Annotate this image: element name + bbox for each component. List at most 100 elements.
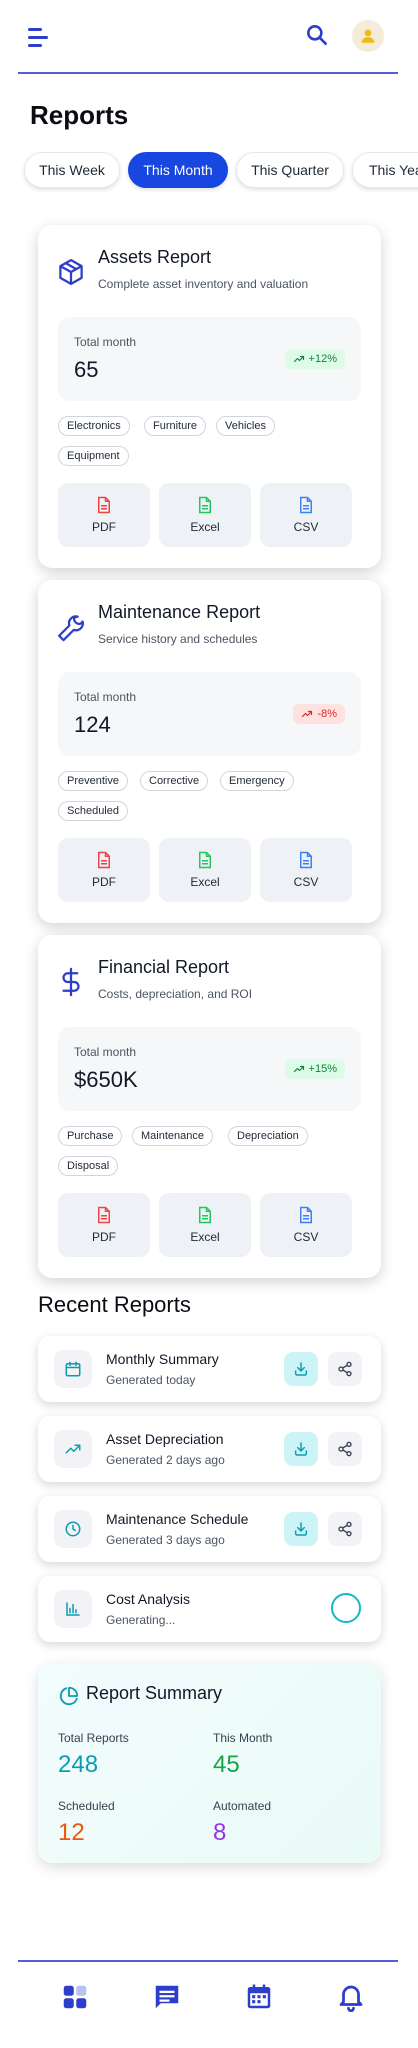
- nav-notifications-icon[interactable]: [336, 1982, 366, 2013]
- export-excel-button[interactable]: Excel: [159, 838, 251, 902]
- metric-label: Total month: [74, 690, 137, 704]
- tag: Electronics: [58, 416, 130, 436]
- card-subtitle: Complete asset inventory and valuation: [98, 277, 309, 291]
- card-subtitle: Costs, depreciation, and ROI: [98, 987, 253, 1001]
- recent-report-status: Generated today: [106, 1373, 196, 1387]
- tag: Vehicles: [216, 416, 275, 436]
- download-button[interactable]: [284, 1432, 318, 1466]
- report-card-financial: Financial Report Costs, depreciation, an…: [38, 935, 381, 1278]
- wrench-icon: [56, 612, 86, 642]
- csv-file-icon: [300, 851, 312, 869]
- bar-chart-icon: [54, 1590, 92, 1628]
- stat-label: This Month: [213, 1731, 273, 1745]
- download-icon: [294, 1362, 308, 1376]
- nav-dashboard-icon[interactable]: [60, 1982, 90, 2012]
- search-icon[interactable]: [304, 22, 330, 48]
- export-csv-button[interactable]: CSV: [260, 838, 352, 902]
- dollar-icon: [56, 967, 86, 997]
- export-label: CSV: [293, 520, 319, 534]
- stat-value: 248: [58, 1751, 99, 1778]
- share-icon: [338, 1521, 352, 1537]
- tag: Corrective: [140, 771, 209, 791]
- section-title-recent-reports: Recent Reports: [38, 1292, 191, 1317]
- card-title: Assets Report: [98, 247, 212, 267]
- metric-label: Total month: [74, 335, 137, 349]
- bottom-navigation: [18, 1960, 398, 2048]
- tag: Preventive: [58, 771, 128, 791]
- share-button[interactable]: [328, 1432, 362, 1466]
- share-icon: [338, 1441, 352, 1457]
- recent-report-title: Cost Analysis: [106, 1591, 191, 1607]
- stat-value: 12: [58, 1819, 85, 1846]
- trend-badge: +12%: [284, 349, 345, 369]
- tab-this-month[interactable]: This Month: [128, 152, 228, 188]
- trend-badge: +15%: [284, 1059, 345, 1079]
- clock-icon: [54, 1510, 92, 1548]
- export-label: CSV: [293, 1230, 319, 1244]
- export-pdf-button[interactable]: PDF: [58, 1193, 150, 1257]
- recent-report-item[interactable]: Cost Analysis Generating...: [38, 1576, 381, 1642]
- recent-report-item[interactable]: Asset Depreciation Generated 2 days ago: [38, 1416, 381, 1482]
- share-button[interactable]: [328, 1352, 362, 1386]
- recent-report-item[interactable]: Monthly Summary Generated today: [38, 1336, 381, 1402]
- summary-title: Report Summary: [86, 1683, 223, 1703]
- nav-calendar-icon[interactable]: [244, 1982, 274, 2012]
- pie-chart-icon: [58, 1685, 80, 1707]
- export-label: Excel: [190, 1230, 220, 1244]
- download-button[interactable]: [284, 1352, 318, 1386]
- metric-label: Total month: [74, 1045, 137, 1059]
- recent-report-title: Asset Depreciation: [106, 1431, 224, 1447]
- report-card-assets: Assets Report Complete asset inventory a…: [38, 225, 381, 568]
- menu-icon[interactable]: [28, 28, 50, 48]
- export-label: CSV: [293, 875, 319, 889]
- report-summary-card: Report Summary Total Reports 248 This Mo…: [38, 1663, 381, 1863]
- tag: Emergency: [220, 771, 294, 791]
- recent-report-status: Generating...: [106, 1613, 176, 1627]
- export-label: PDF: [92, 875, 116, 889]
- recent-report-status: Generated 3 days ago: [106, 1533, 225, 1547]
- tab-this-quarter[interactable]: This Quarter: [236, 152, 344, 188]
- metric-value: $650K: [74, 1067, 138, 1092]
- export-pdf-button[interactable]: PDF: [58, 483, 150, 547]
- tag: Equipment: [58, 446, 129, 466]
- metric-value: 124: [74, 712, 111, 737]
- export-excel-button[interactable]: Excel: [159, 1193, 251, 1257]
- pdf-file-icon: [98, 496, 110, 514]
- export-label: Excel: [190, 520, 220, 534]
- trending-up-icon: [302, 710, 313, 718]
- excel-file-icon: [199, 496, 211, 514]
- card-title: Financial Report: [98, 957, 230, 977]
- stat-label: Total Reports: [58, 1731, 129, 1745]
- report-card-maintenance: Maintenance Report Service history and s…: [38, 580, 381, 923]
- pdf-file-icon: [98, 851, 110, 869]
- tab-this-year[interactable]: This Year: [352, 152, 418, 188]
- period-tabs: This Week This Month This Quarter This Y…: [0, 152, 418, 192]
- download-button[interactable]: [284, 1512, 318, 1546]
- export-label: Excel: [190, 875, 220, 889]
- metric-box: Total month 124 -8%: [58, 672, 361, 756]
- recent-report-item[interactable]: Maintenance Schedule Generated 3 days ag…: [38, 1496, 381, 1562]
- cube-icon: [56, 257, 86, 287]
- tag: Disposal: [58, 1156, 119, 1176]
- trend-value: +15%: [308, 1063, 337, 1075]
- export-pdf-button[interactable]: PDF: [58, 838, 150, 902]
- trend-value: -8%: [317, 708, 337, 720]
- top-header: [18, 0, 398, 74]
- pdf-file-icon: [98, 1206, 110, 1224]
- csv-file-icon: [300, 1206, 312, 1224]
- csv-file-icon: [300, 496, 312, 514]
- stat-label: Scheduled: [58, 1799, 115, 1813]
- metric-box: Total month $650K +15%: [58, 1027, 361, 1111]
- export-csv-button[interactable]: CSV: [260, 483, 352, 547]
- download-icon: [294, 1522, 308, 1536]
- metric-box: Total month 65 +12%: [58, 317, 361, 401]
- stat-label: Automated: [213, 1799, 272, 1813]
- loading-spinner: [331, 1593, 361, 1623]
- export-label: PDF: [92, 520, 116, 534]
- tab-this-week[interactable]: This Week: [24, 152, 120, 188]
- nav-messages-icon[interactable]: [152, 1982, 182, 2012]
- export-excel-button[interactable]: Excel: [159, 483, 251, 547]
- share-button[interactable]: [328, 1512, 362, 1546]
- avatar[interactable]: [352, 20, 384, 52]
- export-csv-button[interactable]: CSV: [260, 1193, 352, 1257]
